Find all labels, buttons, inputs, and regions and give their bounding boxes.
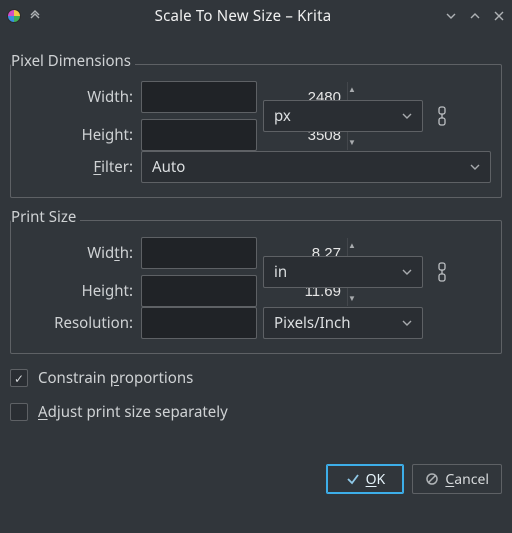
checkbox-unchecked-icon (10, 403, 28, 421)
pixel-height-label: Height: (21, 125, 141, 145)
chevron-down-icon (402, 313, 412, 333)
resolution-unit-value: Pixels/Inch (274, 313, 351, 333)
minimize-icon[interactable] (444, 9, 458, 23)
print-unit-combo[interactable]: in (263, 256, 423, 288)
pixel-dimensions-title: Pixel Dimensions (11, 51, 135, 71)
check-icon (346, 472, 360, 486)
window-title: Scale To New Size – Krita (42, 6, 444, 26)
app-icon (6, 8, 22, 24)
constrain-label: Constrain proportions (38, 368, 193, 388)
print-width-label: Width: (21, 243, 141, 263)
ok-button[interactable]: OK (326, 464, 404, 494)
adjust-print-size-checkbox[interactable]: Adjust print size separately (10, 402, 502, 422)
chevron-down-icon (402, 106, 412, 126)
pixel-unit-value: px (274, 106, 291, 126)
cancel-button[interactable]: Cancel (412, 464, 502, 494)
pixel-dimensions-group: Pixel Dimensions Width: ▲▼ Height: ▲▼ (10, 64, 502, 198)
titlebar: Scale To New Size – Krita (0, 0, 512, 32)
resolution-unit-combo[interactable]: Pixels/Inch (263, 307, 423, 339)
constrain-proportions-checkbox[interactable]: ✓ Constrain proportions (10, 368, 502, 388)
print-size-group: Print Size Width: ▲▼ Height: ▲▼ (10, 220, 502, 354)
filter-label: Filter: (21, 157, 141, 177)
maximize-icon[interactable] (468, 9, 482, 23)
pixel-height-input[interactable]: ▲▼ (141, 119, 257, 151)
pixel-width-input[interactable]: ▲▼ (141, 81, 257, 113)
link-icon[interactable] (435, 262, 449, 282)
pixel-unit-combo[interactable]: px (263, 100, 423, 132)
pixel-width-label: Width: (21, 87, 141, 107)
print-width-input[interactable]: ▲▼ (141, 237, 257, 269)
close-icon[interactable] (492, 9, 506, 23)
resolution-label: Resolution: (21, 313, 141, 333)
adjust-label: Adjust print size separately (38, 402, 228, 422)
print-size-title: Print Size (11, 207, 80, 227)
link-icon[interactable] (435, 106, 449, 126)
more-icon[interactable] (28, 9, 42, 23)
chevron-down-icon (470, 157, 480, 177)
print-unit-value: in (274, 262, 287, 282)
filter-combo[interactable]: Auto (141, 151, 491, 183)
print-height-input[interactable]: ▲▼ (141, 275, 257, 307)
filter-value: Auto (152, 157, 185, 177)
print-height-label: Height: (21, 281, 141, 301)
checkbox-checked-icon: ✓ (10, 369, 28, 387)
resolution-input[interactable]: ▲▼ (141, 307, 257, 339)
chevron-down-icon (402, 262, 412, 282)
ok-label: OK (366, 470, 386, 489)
cancel-label: Cancel (445, 470, 489, 489)
cancel-icon (425, 472, 439, 486)
